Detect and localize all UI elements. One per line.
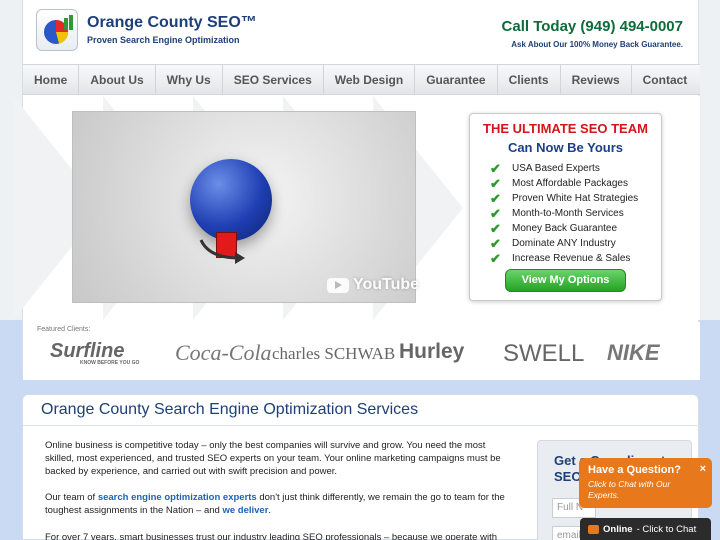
checkmark-icon: ✔ bbox=[490, 235, 501, 251]
client-logo-coca-cola: Coca-Cola bbox=[175, 340, 272, 365]
surfline-wordmark: Surfline bbox=[50, 340, 125, 362]
top-container: Orange County SEO™ Proven Search Engine … bbox=[13, 0, 700, 380]
logo-icon[interactable] bbox=[36, 9, 78, 51]
chat-popup-subtitle: Click to Chat with Our Experts. bbox=[588, 479, 671, 500]
main-nav: Home About Us Why Us SEO Services Web De… bbox=[23, 64, 700, 95]
video-ball-graphic bbox=[190, 159, 272, 241]
feature-label: Month-to-Month Services bbox=[512, 208, 624, 219]
feature-item: ✔ Most Affordable Packages bbox=[490, 176, 661, 191]
nav-clients[interactable]: Clients bbox=[498, 65, 561, 95]
youtube-play-icon bbox=[327, 277, 349, 293]
youtube-watermark[interactable]: YouTube bbox=[327, 276, 419, 294]
close-icon[interactable]: × bbox=[700, 463, 706, 475]
brand-subtitle: Proven Search Engine Optimization bbox=[87, 35, 240, 45]
checkmark-icon: ✔ bbox=[490, 160, 501, 176]
nav-guarantee[interactable]: Guarantee bbox=[415, 65, 498, 95]
nav-contact[interactable]: Contact bbox=[632, 65, 699, 95]
site-header: Orange County SEO™ Proven Search Engine … bbox=[23, 0, 700, 64]
team-subtitle: Can Now Be Yours bbox=[507, 140, 624, 155]
video-player[interactable]: YouTube bbox=[72, 111, 419, 303]
nav-home[interactable]: Home bbox=[23, 65, 80, 95]
nav-about-us[interactable]: About Us bbox=[79, 65, 156, 95]
money-back-note: Ask About Our 100% Money Back Guarantee. bbox=[511, 40, 683, 49]
checkmark-icon: ✔ bbox=[490, 190, 501, 206]
feature-label: Proven White Hat Strategies bbox=[512, 193, 639, 204]
chat-bar[interactable]: Online - Click to Chat bbox=[580, 518, 711, 540]
checkmark-icon: ✔ bbox=[490, 220, 501, 236]
team-paragraph: Our team of search engine optimization e… bbox=[45, 491, 505, 517]
nav-reviews[interactable]: Reviews bbox=[561, 65, 632, 95]
seo-experts-link[interactable]: search engine optimization experts bbox=[98, 492, 257, 503]
feature-item: ✔ USA Based Experts bbox=[490, 161, 661, 176]
divider bbox=[23, 425, 700, 426]
team-title: THE ULTIMATE SEO TEAM bbox=[483, 121, 648, 136]
nav-why-us[interactable]: Why Us bbox=[156, 65, 223, 95]
client-logo-schwab: charles SCHWAB bbox=[272, 344, 396, 363]
feature-label: Most Affordable Packages bbox=[512, 178, 628, 189]
intro-paragraph: Online business is competitive today – o… bbox=[45, 440, 501, 477]
feature-item: ✔ Money Back Guarantee bbox=[490, 221, 661, 236]
feature-item: ✔ Increase Revenue & Sales bbox=[490, 251, 661, 266]
surfline-tagline: KNOW BEFORE YOU GO bbox=[80, 360, 140, 366]
feature-item: ✔ Month-to-Month Services bbox=[490, 206, 661, 221]
team-paragraph-text: . bbox=[268, 505, 272, 516]
trust-paragraph: For over 7 years, smart businesses trust… bbox=[45, 532, 497, 540]
featured-clients: Featured Clients: Surfline KNOW BEFORE Y… bbox=[23, 322, 700, 380]
client-logo-swell: SWELL bbox=[503, 340, 585, 367]
feature-label: Money Back Guarantee bbox=[512, 223, 618, 234]
checkmark-icon: ✔ bbox=[490, 250, 501, 266]
client-logo-surfline: Surfline KNOW BEFORE YOU GO bbox=[50, 340, 139, 366]
page-title: Orange County Search Engine Optimization… bbox=[41, 401, 419, 418]
arrow-icon bbox=[199, 239, 245, 264]
feature-item: ✔ Proven White Hat Strategies bbox=[490, 191, 661, 206]
team-paragraph-text: Our team of bbox=[45, 492, 98, 503]
seo-team-card: THE ULTIMATE SEO TEAM Can Now Be Yours ✔… bbox=[469, 113, 662, 301]
youtube-label: YouTube bbox=[353, 276, 420, 293]
client-logo-nike: NIKE bbox=[607, 340, 660, 365]
view-options-button[interactable]: View My Options bbox=[505, 269, 626, 292]
featured-clients-label: Featured Clients: bbox=[37, 326, 91, 333]
chat-bubble-icon bbox=[588, 524, 599, 534]
feature-list: ✔ USA Based Experts ✔ Most Affordable Pack… bbox=[490, 161, 661, 266]
feature-label: USA Based Experts bbox=[512, 163, 600, 174]
hero-section: YouTube THE ULTIMATE SEO TEAM Can Now Be… bbox=[13, 96, 700, 320]
chat-popup-title: Have a Question? bbox=[588, 464, 681, 476]
chat-status: Online bbox=[603, 523, 633, 535]
checkmark-icon: ✔ bbox=[490, 205, 501, 221]
we-deliver-link[interactable]: we deliver bbox=[222, 505, 268, 516]
call-today-phone[interactable]: Call Today (949) 494-0007 bbox=[502, 18, 683, 35]
client-logo-hurley: Hurley bbox=[399, 340, 465, 363]
feature-label: Dominate ANY Industry bbox=[512, 238, 616, 249]
nav-web-design[interactable]: Web Design bbox=[324, 65, 416, 95]
brand-title[interactable]: Orange County SEO™ bbox=[87, 14, 257, 32]
checkmark-icon: ✔ bbox=[490, 175, 501, 191]
nav-seo-services[interactable]: SEO Services bbox=[223, 65, 324, 95]
chat-action: - Click to Chat bbox=[636, 523, 697, 535]
chat-popup[interactable]: Have a Question? × Click to Chat with Ou… bbox=[579, 458, 712, 508]
feature-label: Increase Revenue & Sales bbox=[512, 253, 631, 264]
feature-item: ✔ Dominate ANY Industry bbox=[490, 236, 661, 251]
